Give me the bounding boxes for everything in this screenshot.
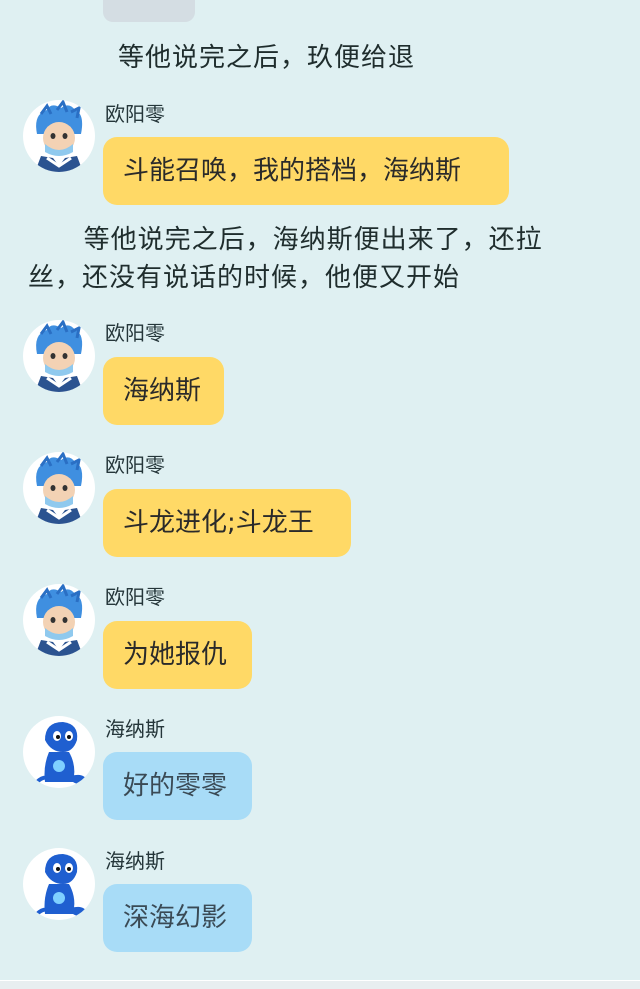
hainasi-avatar[interactable] [23,848,95,920]
sender-name: 欧阳零 [105,453,165,477]
sender-name: 欧阳零 [105,585,165,609]
previous-message-bubble [103,0,195,22]
ouyang-ling-avatar[interactable] [23,320,95,392]
message-bubble[interactable]: 斗能召唤，我的搭档，海纳斯 [103,137,509,205]
message-bubble[interactable]: 深海幻影 [103,884,252,952]
boy-avatar-icon [35,452,83,524]
boy-avatar-icon [35,320,83,392]
ouyang-ling-avatar[interactable] [23,100,95,172]
hainasi-avatar[interactable] [23,716,95,788]
sender-name: 海纳斯 [105,717,165,741]
boy-avatar-icon [35,100,83,172]
blue-dragon-avatar-icon [35,722,87,784]
message-bubble[interactable]: 为她报仇 [103,621,252,689]
sender-name: 欧阳零 [105,321,165,345]
message-bubble[interactable]: 斗龙进化;斗龙王 [103,489,351,557]
ouyang-ling-avatar[interactable] [23,452,95,524]
message-bubble[interactable]: 好的零零 [103,752,252,820]
ouyang-ling-avatar[interactable] [23,584,95,656]
message-bubble[interactable]: 海纳斯 [103,357,224,425]
sender-name: 欧阳零 [105,102,165,126]
sender-name: 海纳斯 [105,849,165,873]
narration-line-3: 丝，还没有说话的时候，他便又开始 [28,263,461,293]
narration-line-1: 等他说完之后，玖便给退 [118,43,416,73]
blue-dragon-avatar-icon [35,854,87,916]
boy-avatar-icon [35,584,83,656]
